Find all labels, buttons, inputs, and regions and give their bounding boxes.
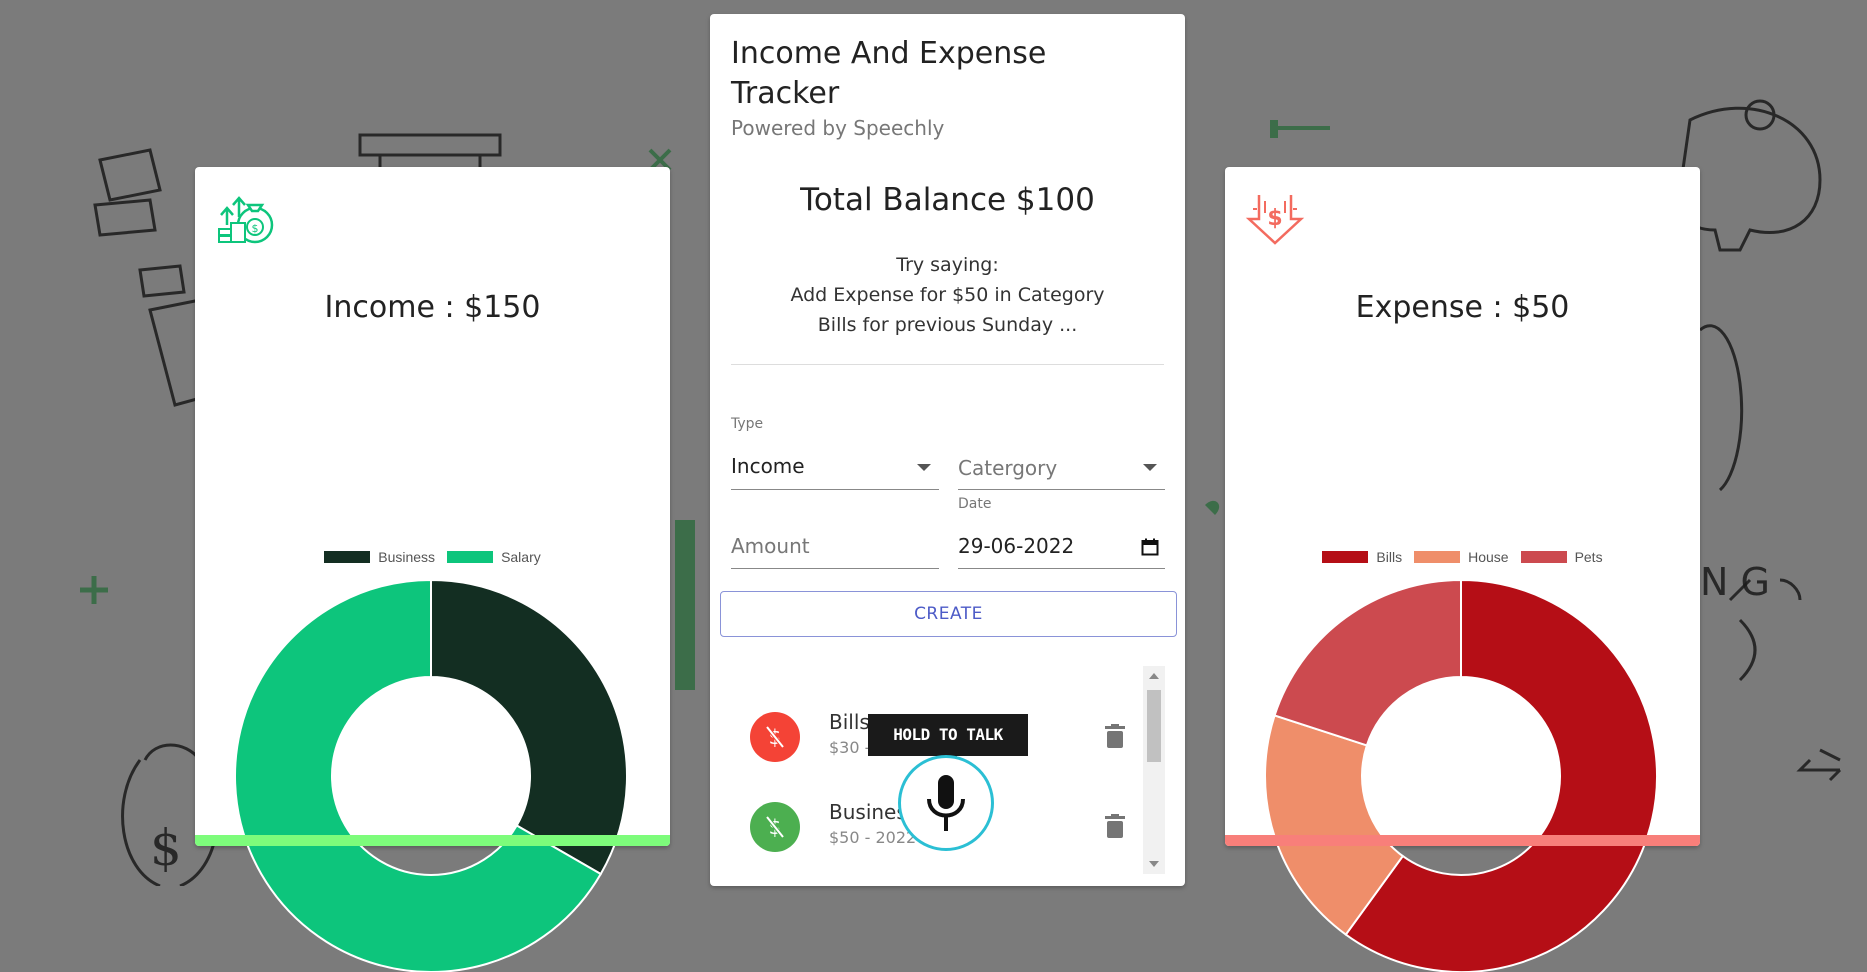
scroll-down-arrow-icon[interactable] [1149,861,1159,867]
scroll-thumb[interactable] [1147,690,1161,762]
transaction-name: Busines [829,800,907,824]
transaction-avatar: $ [750,802,800,852]
legend-item-bills[interactable]: Bills [1322,549,1402,565]
push-to-talk-button[interactable] [898,755,994,851]
transaction-name: Bills [829,710,870,734]
list-scrollbar[interactable] [1143,666,1165,874]
chevron-down-icon [917,464,931,471]
legend-item-business[interactable]: Business [324,549,435,565]
divider [731,364,1164,365]
dollar-down-arrow-icon: $ [1245,187,1305,247]
date-label: Date [958,496,992,512]
expense-title: Expense : $50 [1355,290,1570,325]
type-select[interactable]: Income [731,444,939,490]
svg-text:N G: N G [1700,560,1770,604]
expense-donut-chart [1265,580,1657,972]
legend-label: House [1468,549,1509,565]
expense-bar [1225,835,1700,846]
delete-icon[interactable] [1105,814,1125,838]
total-balance: Total Balance $100 [800,182,1095,218]
income-bar [195,835,670,846]
create-button[interactable]: CREATE [720,591,1177,637]
voice-hint: Try saying: Add Expense for $50 in Categ… [710,250,1185,340]
legend-item-pets[interactable]: Pets [1520,549,1603,565]
legend-swatch [324,551,371,563]
date-value: 29-06-2022 [958,534,1075,558]
amount-input[interactable]: Amount [731,524,939,569]
legend-swatch [1414,551,1461,563]
amount-placeholder: Amount [731,534,810,558]
legend-swatch [1520,551,1567,563]
income-donut-chart [235,580,627,972]
svg-text:$: $ [1267,206,1282,231]
app-subtitle: Powered by Speechly [731,116,945,140]
type-label: Type [731,416,764,432]
expense-card: $ Expense : $50 Bills House Pets [1225,167,1700,972]
date-input[interactable]: 29-06-2022 [958,524,1165,569]
app-title: Income And Expense Tracker [731,36,1047,111]
legend-item-salary[interactable]: Salary [447,549,541,565]
donut-slice-business[interactable] [430,580,627,876]
hint-line: Bills for previous Sunday ... [817,314,1078,336]
category-select[interactable]: Catergory [958,444,1165,490]
legend-label: Salary [501,549,541,565]
income-card: $ Income : $150 Business Salary [195,167,670,972]
legend-item-house[interactable]: House [1414,549,1509,565]
money-bag-growth-icon: $ [215,187,275,247]
svg-text:$: $ [150,819,182,877]
type-value: Income [731,454,805,478]
money-off-icon: $ [765,725,785,749]
category-placeholder: Catergory [958,456,1058,480]
legend-swatch [447,551,494,563]
donut-slice-pets[interactable] [1273,580,1462,747]
transaction-detail: $50 - 2022 [829,828,917,847]
chevron-down-icon [1143,464,1157,471]
svg-text:$: $ [252,222,259,235]
money-off-icon: $ [765,815,785,839]
legend-label: Bills [1376,549,1403,565]
legend-label: Business [378,549,436,565]
income-legend: Business Salary [195,549,670,565]
scroll-up-arrow-icon[interactable] [1149,673,1159,679]
hint-line: Try saying: [896,254,999,276]
delete-icon[interactable] [1105,724,1125,748]
transaction-detail: $30 - [829,738,871,757]
legend-label: Pets [1574,549,1603,565]
income-title: Income : $150 [324,290,541,325]
hold-to-talk-tooltip: HOLD TO TALK [868,714,1028,756]
calendar-icon[interactable] [1141,538,1159,556]
expense-legend: Bills House Pets [1225,549,1700,565]
legend-swatch [1322,551,1369,563]
hint-line: Add Expense for $50 in Category [790,284,1105,306]
microphone-icon [927,775,965,831]
transaction-avatar: $ [750,712,800,762]
